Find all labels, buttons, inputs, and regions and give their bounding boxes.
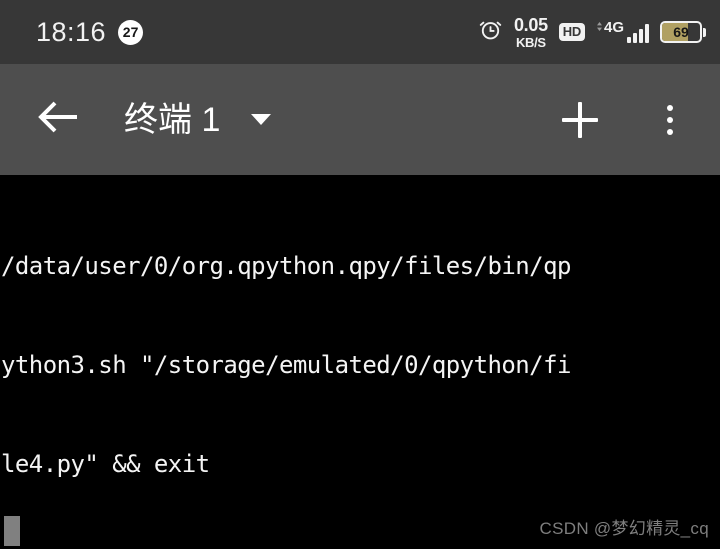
chevron-down-icon bbox=[251, 114, 272, 125]
status-bar-right: 0.05 KB/S HD 4G 69 bbox=[478, 16, 706, 49]
battery-indicator: 69 bbox=[660, 21, 706, 43]
data-transfer-arrows-icon bbox=[596, 21, 603, 43]
more-vertical-icon bbox=[667, 104, 673, 111]
more-vertical-icon-dot2 bbox=[667, 116, 673, 123]
page-title: 终端 1 bbox=[124, 100, 221, 139]
status-bar-clock: 18:16 bbox=[36, 16, 107, 47]
battery-cap bbox=[703, 27, 706, 37]
hd-voice-icon: HD bbox=[558, 23, 585, 41]
alarm-clock-icon bbox=[478, 17, 503, 47]
terminal-selector-dropdown[interactable] bbox=[246, 105, 276, 135]
app-toolbar: 终端 1 bbox=[0, 64, 720, 175]
add-terminal-button[interactable] bbox=[554, 94, 606, 146]
terminal-line: /data/user/0/org.qpython.qpy/files/bin/q… bbox=[1, 252, 571, 280]
data-rate-value: 0.05 bbox=[513, 14, 548, 35]
back-arrow-icon bbox=[35, 97, 81, 142]
signal-strength-icon bbox=[627, 23, 649, 43]
status-bar: 18:16 27 0.05 KB/S HD 4G 69 bbox=[0, 0, 720, 64]
network-label-wrap: 4G bbox=[596, 18, 624, 43]
more-vertical-icon-dot3 bbox=[667, 128, 673, 135]
watermark-text: CSDN @梦幻精灵_cq bbox=[539, 519, 709, 538]
notification-count-badge: 27 bbox=[118, 19, 144, 45]
overflow-menu-button[interactable] bbox=[648, 94, 692, 146]
terminal-line: le4.py" && exit bbox=[1, 450, 210, 478]
terminal-output-area[interactable]: /data/user/0/org.qpython.qpy/files/bin/q… bbox=[0, 175, 720, 549]
terminal-cursor bbox=[4, 516, 20, 546]
battery-body: 69 bbox=[660, 21, 702, 43]
terminal-text: /data/user/0/org.qpython.qpy/files/bin/q… bbox=[0, 184, 720, 549]
data-rate-unit: KB/S bbox=[515, 34, 546, 50]
data-rate-indicator: 0.05 KB/S bbox=[514, 16, 548, 49]
phone-screen: 18:16 27 0.05 KB/S HD 4G 69 终端 1 /data/u… bbox=[0, 0, 720, 549]
battery-percent-label: 69 bbox=[673, 24, 689, 40]
status-bar-left: 18:16 27 bbox=[36, 16, 144, 47]
network-indicator: 4G bbox=[596, 18, 649, 43]
network-type-label: 4G bbox=[603, 18, 624, 36]
back-button[interactable] bbox=[30, 92, 86, 148]
terminal-line: ython3.sh "/storage/emulated/0/qpython/f… bbox=[1, 351, 571, 379]
